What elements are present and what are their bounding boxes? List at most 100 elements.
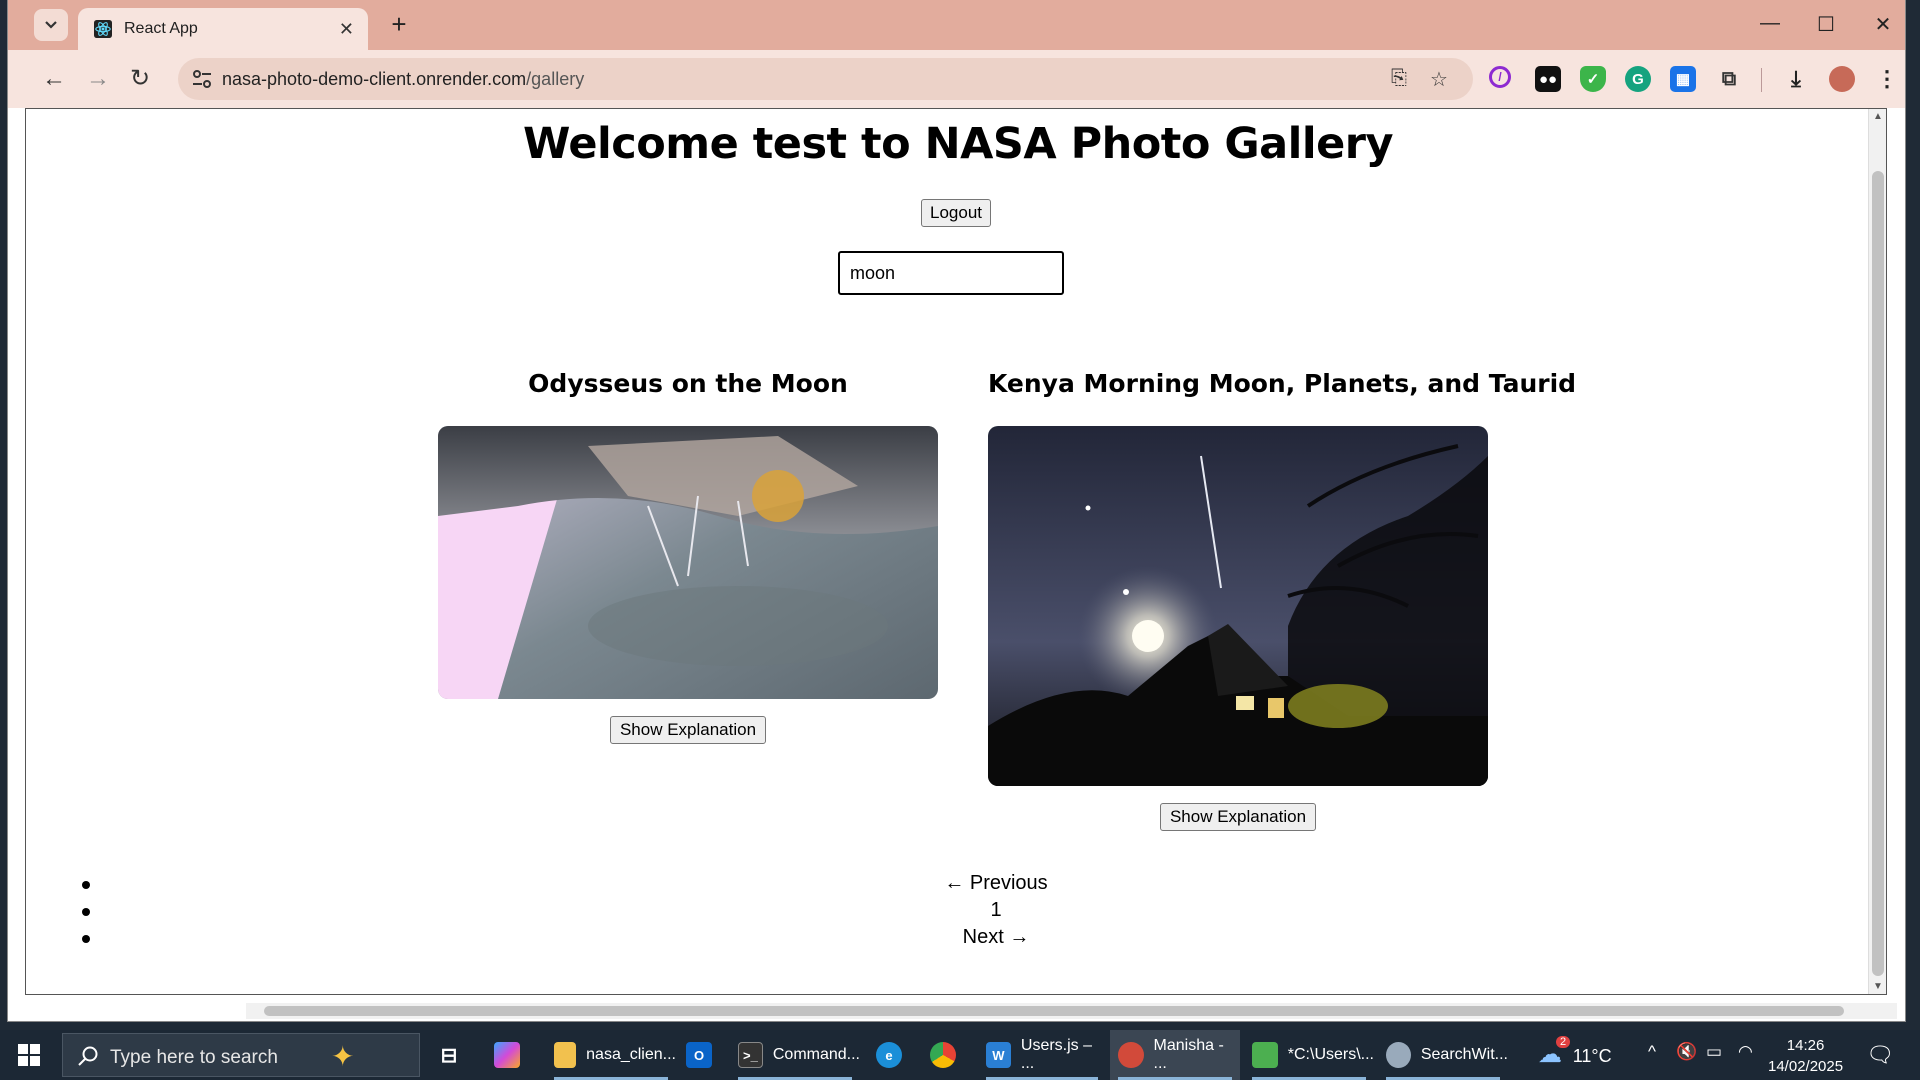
page-number[interactable]: 1 <box>990 899 1001 922</box>
notepad-icon <box>1252 1042 1278 1068</box>
scroll-down-icon[interactable]: ▼ <box>1873 981 1883 992</box>
chrome-profile-icon <box>1118 1042 1144 1068</box>
clock-time: 14:26 <box>1786 1037 1825 1054</box>
url-host: nasa-photo-demo-client.onrender.com <box>222 69 527 89</box>
system-clock[interactable]: 14:26 14/02/2025 <box>1768 1035 1843 1077</box>
chrome-icon <box>930 1042 956 1068</box>
task-view-icon[interactable]: ⊟ <box>436 1030 472 1080</box>
maximize-icon[interactable]: ☐ <box>1811 12 1841 37</box>
page-title: Welcome test to NASA Photo Gallery <box>522 119 1394 169</box>
pagination-next[interactable]: Next → <box>26 926 1866 953</box>
show-explanation-button[interactable]: Show Explanation <box>1159 803 1317 831</box>
card-title: Kenya Morning Moon, Planets, and Taurid <box>988 369 1577 398</box>
glasses-extension-icon[interactable]: ●● <box>1535 66 1561 92</box>
card-title: Odysseus on the Moon <box>528 369 848 398</box>
scrollbar-thumb[interactable] <box>264 1006 1844 1016</box>
image-extension-icon[interactable]: ▦ <box>1670 66 1696 92</box>
url-path: /gallery <box>526 69 585 89</box>
block-extension-icon[interactable]: / <box>1489 66 1511 88</box>
battery-icon[interactable]: ▭ <box>1706 1042 1722 1062</box>
logout-button[interactable]: Logout <box>921 199 991 227</box>
kenya-moon-photo[interactable] <box>988 426 1488 786</box>
taskbar-app-chrome-profile[interactable]: Manisha - ... <box>1110 1030 1240 1080</box>
taskbar-app-label: Users.js – ... <box>1020 1037 1093 1072</box>
window-close-icon[interactable]: ✕ <box>1868 12 1898 37</box>
weather-widget[interactable]: ☁ 2 11°C <box>1538 1036 1612 1069</box>
menu-kebab-icon[interactable]: ⋮ <box>1874 66 1900 92</box>
folder-icon <box>554 1042 577 1068</box>
taskbar-search[interactable]: Type here to search ✦ <box>62 1033 420 1077</box>
tab-title: React App <box>124 20 198 37</box>
outlook-icon: O <box>686 1042 712 1068</box>
taskbar-app-paint[interactable]: SearchWit... <box>1378 1030 1508 1080</box>
tab-strip: React App ✕ + — ☐ ✕ <box>8 0 1905 50</box>
weather-badge: 2 <box>1556 1036 1571 1048</box>
pagination: ← Previous 1 Next → <box>26 872 1866 953</box>
taskbar-app-label: Command... <box>772 1046 860 1063</box>
paint-icon <box>1386 1042 1411 1068</box>
search-input[interactable] <box>838 251 1064 295</box>
sparkle-icon: ✦ <box>331 1041 355 1072</box>
taskbar-app-label: Manisha - ... <box>1153 1037 1224 1072</box>
minimize-icon[interactable]: — <box>1755 12 1785 35</box>
taskbar-app-chrome[interactable] <box>930 1030 966 1080</box>
react-logo-icon <box>94 20 112 38</box>
page-viewport: Welcome test to NASA Photo Gallery Logou… <box>25 108 1887 995</box>
previous-link[interactable]: ← Previous <box>944 872 1047 895</box>
extensions-puzzle-icon[interactable]: ⧉ <box>1716 66 1742 92</box>
taskbar-app-vscode[interactable]: W Users.js – ... <box>978 1030 1106 1080</box>
copilot-icon[interactable] <box>494 1030 530 1080</box>
list-bullet <box>82 935 90 943</box>
bookmark-star-icon[interactable]: ☆ <box>1426 67 1452 91</box>
install-app-icon[interactable]: ⎘ <box>1386 67 1412 91</box>
wifi-icon[interactable]: ◠ <box>1738 1042 1753 1062</box>
forward-arrow-icon[interactable]: → <box>84 66 112 94</box>
profile-avatar[interactable] <box>1829 66 1855 92</box>
search-icon <box>78 1046 98 1066</box>
pagination-previous[interactable]: ← Previous <box>26 872 1866 899</box>
clock-date: 14/02/2025 <box>1768 1058 1844 1075</box>
browser-toolbar: ← → ↻ nasa-photo-demo-client.onrender.co… <box>8 50 1905 108</box>
toolbar-divider <box>1761 68 1762 92</box>
address-bar[interactable]: nasa-photo-demo-client.onrender.com/gall… <box>178 58 1473 100</box>
taskbar-app-label: *C:\Users\... <box>1287 1046 1374 1063</box>
back-arrow-icon[interactable]: ← <box>40 66 68 94</box>
show-hidden-icons-icon[interactable]: ^ <box>1648 1042 1656 1062</box>
terminal-icon: >_ <box>738 1042 763 1068</box>
vscode-icon: W <box>986 1042 1011 1068</box>
odysseus-moon-photo[interactable] <box>438 426 938 699</box>
taskbar-app-explorer[interactable]: nasa_clien... <box>546 1030 676 1080</box>
vertical-scrollbar[interactable]: ▲ ▼ <box>1868 109 1886 994</box>
windows-start-icon[interactable] <box>18 1044 40 1066</box>
taskbar-app-command[interactable]: >_ Command... <box>730 1030 860 1080</box>
reload-icon[interactable]: ↻ <box>126 66 154 94</box>
weather-temp: 11°C <box>1572 1046 1612 1066</box>
shield-extension-icon[interactable]: ✓ <box>1580 66 1606 92</box>
close-tab-icon[interactable]: ✕ <box>339 19 354 40</box>
taskbar-app-edge[interactable]: e <box>876 1030 912 1080</box>
notification-center-icon[interactable]: 🗨 <box>1866 1042 1894 1068</box>
grammarly-icon[interactable]: G <box>1625 66 1651 92</box>
show-explanation-button[interactable]: Show Explanation <box>609 716 767 744</box>
taskbar-app-label: nasa_clien... <box>586 1046 676 1063</box>
taskbar-app-label: SearchWit... <box>1420 1046 1508 1063</box>
photo-card: Odysseus on the Moon Show Explanation <box>438 369 938 744</box>
browser-window: React App ✕ + — ☐ ✕ ← → ↻ nasa-photo-dem… <box>8 0 1905 1021</box>
site-info-icon[interactable] <box>190 68 214 90</box>
pagination-page[interactable]: 1 <box>26 899 1866 926</box>
taskbar-app-notepad[interactable]: *C:\Users\... <box>1244 1030 1374 1080</box>
speaker-muted-icon[interactable]: 🔇 <box>1676 1042 1697 1062</box>
taskbar-app-outlook[interactable]: O <box>686 1030 722 1080</box>
url-text: nasa-photo-demo-client.onrender.com/gall… <box>222 69 584 90</box>
tab-react-app[interactable]: React App ✕ <box>78 8 368 50</box>
chevron-down-icon <box>45 21 57 29</box>
tab-search-button[interactable] <box>34 9 68 41</box>
scroll-up-icon[interactable]: ▲ <box>1873 111 1883 122</box>
search-placeholder: Type here to search <box>110 1047 278 1068</box>
horizontal-scrollbar[interactable] <box>246 1003 1897 1019</box>
download-icon[interactable]: ⤓ <box>1783 66 1809 92</box>
next-link[interactable]: Next → <box>963 926 1030 949</box>
scrollbar-thumb[interactable] <box>1872 171 1884 976</box>
new-tab-icon[interactable]: + <box>384 10 414 40</box>
taskbar: Type here to search ✦ ⊟ nasa_clien... O … <box>0 1030 1920 1080</box>
